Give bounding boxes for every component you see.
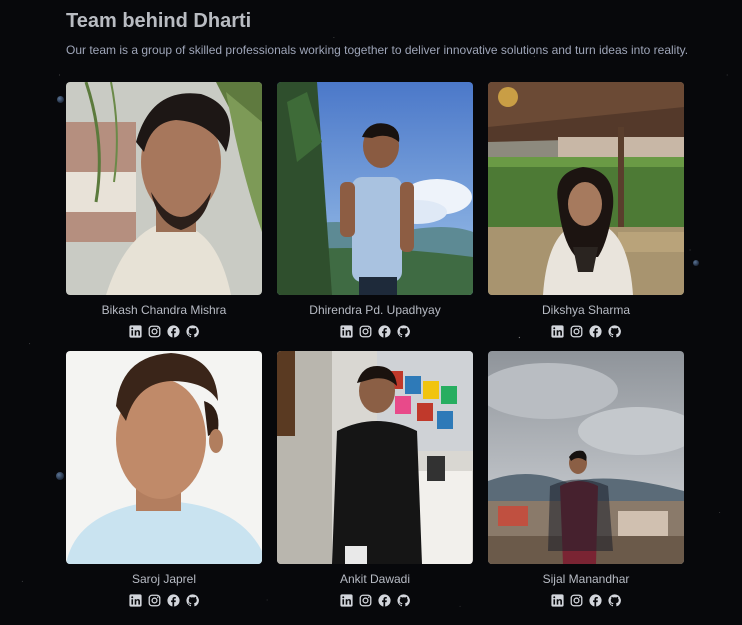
github-icon[interactable] [608,594,621,607]
facebook-icon[interactable] [378,594,391,607]
github-icon[interactable] [608,325,621,338]
linkedin-icon[interactable] [340,325,353,338]
linkedin-icon[interactable] [129,594,142,607]
instagram-icon[interactable] [570,325,583,338]
team-grid: Bikash Chandra Mishra Dhirendra Pd. Upad… [66,82,684,607]
planet-decoration [56,472,64,480]
github-icon[interactable] [186,594,199,607]
linkedin-icon[interactable] [551,325,564,338]
member-name: Saroj Japrel [131,572,197,586]
facebook-icon[interactable] [167,325,180,338]
page-title: Team behind Dharti [66,10,252,32]
instagram-icon[interactable] [148,325,161,338]
facebook-icon[interactable] [167,594,180,607]
social-links [551,594,621,607]
member-name: Dhirendra Pd. Upadhyay [309,303,441,317]
linkedin-icon[interactable] [551,594,564,607]
social-links [129,325,199,338]
planet-decoration [57,96,64,103]
member-name: Bikash Chandra Mishra [101,303,227,317]
team-member-card: Dhirendra Pd. Upadhyay [277,82,473,338]
social-links [551,325,621,338]
github-icon[interactable] [397,594,410,607]
linkedin-icon[interactable] [129,325,142,338]
instagram-icon[interactable] [570,594,583,607]
team-member-card: Saroj Japrel [66,351,262,607]
member-photo [488,351,684,564]
social-links [340,594,410,607]
member-photo [277,351,473,564]
member-photo [66,351,262,564]
team-member-card: Sijal Manandhar [488,351,684,607]
member-name: Sijal Manandhar [542,572,630,586]
team-member-card: Bikash Chandra Mishra [66,82,262,338]
team-member-card: Dikshya Sharma [488,82,684,338]
github-icon[interactable] [397,325,410,338]
github-icon[interactable] [186,325,199,338]
linkedin-icon[interactable] [340,594,353,607]
instagram-icon[interactable] [148,594,161,607]
social-links [340,325,410,338]
instagram-icon[interactable] [359,594,372,607]
page-description: Our team is a group of skilled professio… [66,43,689,57]
instagram-icon[interactable] [359,325,372,338]
team-member-card: Ankit Dawadi [277,351,473,607]
member-photo [277,82,473,295]
member-name: Ankit Dawadi [339,572,411,586]
planet-decoration [693,260,699,266]
member-name: Dikshya Sharma [541,303,631,317]
social-links [129,594,199,607]
facebook-icon[interactable] [589,594,602,607]
member-photo [488,82,684,295]
member-photo [66,82,262,295]
facebook-icon[interactable] [589,325,602,338]
facebook-icon[interactable] [378,325,391,338]
